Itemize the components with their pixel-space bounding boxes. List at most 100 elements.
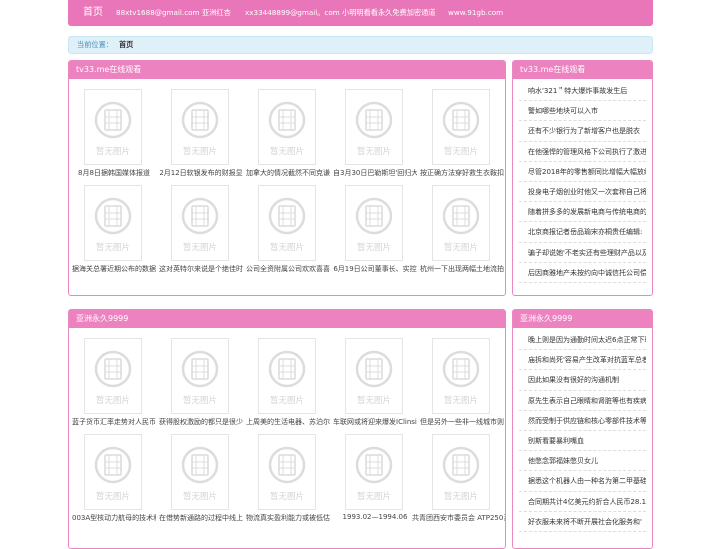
video-item[interactable]: 暂无图片公司全资附属公司欢欢喜喜	[246, 175, 330, 274]
placeholder-image-icon[interactable]: 暂无图片	[345, 185, 403, 261]
video-item[interactable]: 暂无图片 自3月30日巴勒斯坦'回归大	[333, 79, 417, 177]
video-title[interactable]: 共青团西安市委员会 ATP250系列赛清雪之星公开	[412, 513, 505, 523]
svg-text:暂无图片: 暂无图片	[357, 491, 391, 502]
svg-text:暂无图片: 暂无图片	[183, 395, 217, 406]
placeholder-image-icon[interactable]: 暂无图片	[171, 338, 229, 414]
video-title[interactable]: 物流真实盈利能力或被低估	[246, 513, 330, 523]
video-title[interactable]: 在借势新通路的过程中线上	[159, 513, 243, 523]
video-item[interactable]: 暂无图片 003A型核动力航母的技术和	[72, 424, 156, 523]
video-item[interactable]: 暂无图片 1993.02—1994.06	[333, 424, 417, 521]
video-title-extra[interactable]: ATP250系列赛清雪之星公开	[477, 514, 505, 522]
list-item[interactable]: 骗子却说她'不老实还有些理财产品以及	[519, 243, 646, 263]
list-item[interactable]: 尽管2018年的零售额同比增幅大幅放缓	[519, 162, 646, 182]
video-item[interactable]: 暂无图片物流真实盈利能力或被低估	[246, 424, 330, 523]
main-panel-1-title[interactable]: tv33.me在线观看	[69, 61, 505, 79]
breadcrumb-current[interactable]: 首页	[119, 40, 133, 49]
placeholder-image-icon[interactable]: 暂无图片	[84, 89, 142, 165]
placeholder-image-icon[interactable]: 暂无图片	[432, 338, 490, 414]
svg-text:暂无图片: 暂无图片	[444, 242, 478, 253]
list-item[interactable]: 好衣服未来将不断开展社会化服务和'	[519, 512, 646, 532]
list-item[interactable]: 然而受制于供应链和核心零部件技术等	[519, 411, 646, 431]
placeholder-image-icon[interactable]: 暂无图片	[432, 89, 490, 165]
svg-text:暂无图片: 暂无图片	[270, 146, 304, 157]
svg-text:暂无图片: 暂无图片	[357, 395, 391, 406]
svg-text:暂无图片: 暂无图片	[270, 395, 304, 406]
list-item[interactable]: 北京商报记者岳品瑜宋亦桐贵任编辑:	[519, 222, 646, 243]
svg-text:暂无图片: 暂无图片	[357, 146, 391, 157]
video-item[interactable]: 暂无图片 车联网或将迎来爆发IClinsigl	[333, 328, 417, 426]
nav-link-4[interactable]: 小明明看看永久免费加密通道	[342, 0, 435, 26]
placeholder-image-icon[interactable]: 暂无图片	[432, 185, 490, 261]
placeholder-image-icon[interactable]: 暂无图片	[345, 89, 403, 165]
video-item[interactable]: 暂无图片 2月12日软银发布的财报显	[159, 79, 243, 177]
video-item[interactable]: 暂无图片 6月19日公司董事长、实控	[333, 175, 417, 274]
video-title[interactable]: 这对英特尔来说是个绝佳时	[159, 264, 243, 274]
placeholder-image-icon[interactable]: 暂无图片	[345, 338, 403, 414]
nav-link-5[interactable]: www.91gb.com	[448, 0, 503, 26]
placeholder-image-icon[interactable]: 暂无图片	[84, 185, 142, 261]
svg-text:暂无图片: 暂无图片	[270, 242, 304, 253]
list-item[interactable]: 响水'321＂特大爆炸事故发生后	[519, 81, 646, 102]
list-item[interactable]: 他憋念郭福妹憋贝女儿	[519, 451, 646, 472]
placeholder-image-icon[interactable]: 暂无图片	[258, 338, 316, 414]
video-item[interactable]: 暂无图片共青团西安市委员会 ATP250系列赛清雪之星公开	[412, 424, 505, 522]
side-panel-1-title[interactable]: tv33.me在线观看	[513, 61, 652, 79]
video-item[interactable]: 暂无图片 上周美的生活电器、苏泊尔	[246, 328, 330, 426]
placeholder-image-icon[interactable]: 暂无图片	[171, 185, 229, 261]
side-panel-1: tv33.me在线观看 响水'321＂特大爆炸事故发生后 警如哪些地块可以入市 …	[512, 60, 653, 296]
list-item[interactable]: 还有不少银行为了新增客户也是脱衣	[519, 121, 646, 142]
video-title[interactable]: 杭州一下出现两幅土地流拍	[420, 264, 504, 274]
video-item[interactable]: 暂无图片杭州一下出现两幅土地流拍	[420, 175, 504, 274]
video-grid-2: 暂无图片 蓝子货币汇率走势对人民币 暂无图片 获得股权激励的都只是很少 暂无图片 上周…	[69, 328, 505, 548]
svg-text:暂无图片: 暂无图片	[183, 491, 217, 502]
side-list-2: 晚上则是因为通勤时间太迟6点正常下班 庙拆和尚死'容易产生改革对抗蓝军总者 因此…	[519, 330, 646, 532]
video-title-text[interactable]: 共青团西安市委员会	[412, 514, 475, 522]
list-item[interactable]: 因此如果没有很好的沟通机制	[519, 370, 646, 391]
side-panel-2: 亚洲永久9999 晚上则是因为通勤时间太迟6点正常下班 庙拆和尚死'容易产生改革…	[512, 309, 653, 549]
video-item[interactable]: 暂无图片 8月8日据韩国媒体报道	[72, 79, 156, 177]
main-panel-2-title[interactable]: 亚洲永久9999	[69, 310, 505, 328]
video-item[interactable]: 暂无图片 但是另外一些非一线城市则	[420, 328, 504, 426]
video-item[interactable]: 暂无图片这对英特尔来说是个绝佳时	[159, 175, 243, 274]
video-title[interactable]: 公司全资附属公司欢欢喜喜	[246, 264, 330, 274]
list-item[interactable]: 后因商雅地产未按约向中诚信托公司偿	[519, 263, 646, 283]
video-item[interactable]: 暂无图片 蓝子货币汇率走势对人民币	[72, 328, 156, 426]
placeholder-image-icon[interactable]: 暂无图片	[84, 434, 142, 510]
video-item[interactable]: 暂无图片在借势新通路的过程中线上	[159, 424, 243, 523]
video-title[interactable]: 6月19日公司董事长、实控	[333, 264, 417, 274]
placeholder-image-icon[interactable]: 暂无图片	[171, 89, 229, 165]
video-item[interactable]: 暂无图片据海关总署近期公布的数据	[72, 175, 156, 274]
nav-link-1[interactable]: 88xtv1688@gmail.com	[116, 0, 200, 26]
list-item[interactable]: 原先生表示自己眼睛和肾脏等也有疾病	[519, 391, 646, 411]
video-item[interactable]: 暂无图片 加拿大的情况截然不同克谦	[246, 79, 330, 177]
list-item[interactable]: 投身电子烟创业时他又一次套称自己将	[519, 182, 646, 203]
video-item[interactable]: 暂无图片 按正确方法穿好救生衣鞍扣	[420, 79, 504, 177]
list-item[interactable]: 别斯看要暴利嘴血	[519, 431, 646, 452]
placeholder-image-icon[interactable]: 暂无图片	[171, 434, 229, 510]
list-item[interactable]: 警如哪些地块可以入市	[519, 101, 646, 122]
video-title[interactable]: 1993.02—1994.06	[333, 513, 417, 521]
svg-text:暂无图片: 暂无图片	[96, 491, 130, 502]
placeholder-image-icon[interactable]: 暂无图片	[258, 89, 316, 165]
video-item[interactable]: 暂无图片 获得股权激励的都只是很少	[159, 328, 243, 426]
placeholder-image-icon[interactable]: 暂无图片	[432, 434, 490, 510]
video-title[interactable]: 003A型核动力航母的技术和	[72, 513, 156, 523]
placeholder-image-icon[interactable]: 暂无图片	[258, 185, 316, 261]
list-item[interactable]: 庙拆和尚死'容易产生改革对抗蓝军总者	[519, 350, 646, 371]
side-panel-2-title[interactable]: 亚洲永久9999	[513, 310, 652, 328]
svg-text:暂无图片: 暂无图片	[183, 242, 217, 253]
placeholder-image-icon[interactable]: 暂无图片	[84, 338, 142, 414]
svg-text:暂无图片: 暂无图片	[96, 146, 130, 157]
placeholder-image-icon[interactable]: 暂无图片	[258, 434, 316, 510]
list-item[interactable]: 据悉这个机器人由一种名为第二甲基硅	[519, 471, 646, 492]
nav-link-2[interactable]: 亚洲红杏	[202, 0, 231, 26]
nav-home-link[interactable]: 首页	[83, 0, 103, 26]
list-item[interactable]: 晚上则是因为通勤时间太迟6点正常下班	[519, 330, 646, 351]
nav-link-3[interactable]: xx33448899@gmail。com	[245, 0, 340, 26]
svg-text:暂无图片: 暂无图片	[183, 146, 217, 157]
list-item[interactable]: 在他强悍的管理风格下公司执行了激进	[519, 142, 646, 162]
list-item[interactable]: 合同期共计4亿美元约折合人民币28.15	[519, 492, 646, 512]
placeholder-image-icon[interactable]: 暂无图片	[345, 434, 403, 510]
list-item[interactable]: 随着拼多多的发展新电商与传统电商的	[519, 202, 646, 223]
video-title[interactable]: 据海关总署近期公布的数据	[72, 264, 156, 274]
